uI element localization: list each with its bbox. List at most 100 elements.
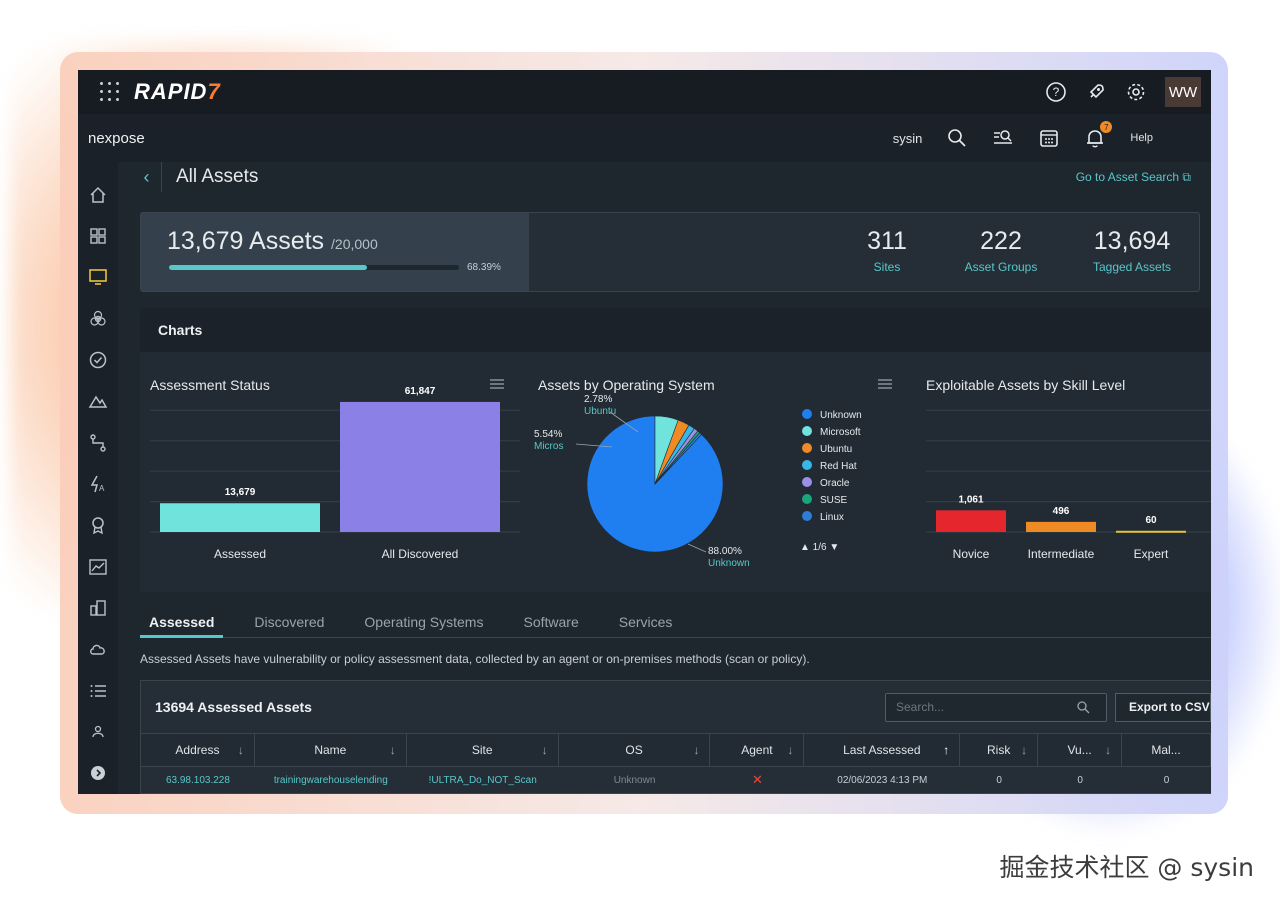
column-header-os[interactable]: OS ↓: [559, 734, 711, 766]
stat-sites[interactable]: 311 Sites: [857, 227, 917, 274]
gear-icon[interactable]: [1125, 81, 1147, 103]
assets-table: 13694 Assessed Assets Export to CSV Addr…: [140, 680, 1211, 794]
tick-label: Novice: [953, 547, 990, 561]
tab-description: Assessed Assets have vulnerability or po…: [140, 652, 810, 666]
legend-swatch: [802, 409, 812, 419]
asset-search-icon[interactable]: [992, 127, 1014, 149]
search-icon[interactable]: [1076, 700, 1090, 714]
annotation-name: Ubuntu: [584, 406, 616, 417]
legend-page-indicator: ▲ 1/6 ▼: [800, 542, 839, 553]
column-header-vu-[interactable]: Vu... ↓: [1038, 734, 1123, 766]
legend-entry: Linux: [820, 512, 844, 523]
notification-badge: 7: [1100, 121, 1113, 133]
sort-descending-icon[interactable]: ↓: [390, 743, 396, 757]
annotation-pct: 88.00%: [708, 546, 742, 557]
column-header-name[interactable]: Name ↓: [255, 734, 407, 766]
sort-descending-icon[interactable]: ↓: [238, 743, 244, 757]
table-cell[interactable]: !ULTRA_Do_NOT_Scan: [407, 767, 559, 793]
sort-descending-icon[interactable]: ↓: [693, 743, 699, 757]
search-icon[interactable]: [946, 127, 968, 149]
tab-discovered[interactable]: Discovered: [245, 608, 333, 638]
tab-services[interactable]: Services: [610, 608, 682, 638]
sort-descending-icon[interactable]: ↓: [1021, 743, 1027, 757]
help-link[interactable]: Help: [1130, 132, 1153, 144]
column-header-last-assessed[interactable]: Last Assessed ↑: [804, 734, 961, 766]
stat-asset-groups[interactable]: 222 Asset Groups: [951, 227, 1051, 274]
asset-usage-bar: [169, 265, 459, 270]
stat-sites-label: Sites: [873, 260, 901, 274]
help-circle-icon[interactable]: ?: [1045, 81, 1067, 103]
legend-entry: Unknown: [820, 410, 862, 421]
legend-swatch: [802, 477, 812, 487]
sidebar-item-home[interactable]: [78, 174, 118, 215]
home-icon: [90, 186, 106, 203]
sort-descending-icon[interactable]: ↓: [787, 743, 793, 757]
export-csv-button[interactable]: Export to CSV: [1115, 692, 1211, 722]
award-icon: [92, 517, 104, 535]
rocket-icon[interactable]: [1085, 81, 1107, 103]
charts-panel: Charts Assessment Status 13,679 Assessed 61…: [140, 308, 1211, 592]
bell-icon[interactable]: 7: [1084, 121, 1113, 149]
app-launcher-icon[interactable]: [100, 82, 120, 102]
sort-descending-icon[interactable]: ↓: [1105, 743, 1111, 757]
column-header-agent[interactable]: Agent ↓: [710, 734, 805, 766]
svg-text:?: ?: [1053, 85, 1060, 99]
asset-usage-panel: 13,679 Assets /20,000 68.39%: [141, 213, 529, 291]
monitor-icon: [89, 269, 107, 286]
sidebar-item-assets[interactable]: [78, 257, 118, 298]
tick-label: All Discovered: [382, 547, 459, 561]
search-input[interactable]: [896, 700, 1076, 714]
tick-label: Expert: [1134, 547, 1169, 561]
bar-assessed: [160, 503, 320, 532]
annotation-leader: [687, 543, 707, 553]
sidebar-item-vulnerabilities[interactable]: [78, 298, 118, 339]
user-avatar[interactable]: WW: [1165, 77, 1201, 107]
biohazard-icon: [90, 310, 106, 326]
sidebar-item-reports[interactable]: [78, 381, 118, 422]
back-chevron-icon[interactable]: ‹: [132, 162, 162, 192]
agent-missing-icon: ✕: [751, 772, 763, 787]
stat-tagged-assets[interactable]: 13,694 Tagged Assets: [1077, 227, 1187, 274]
tab-software[interactable]: Software: [514, 608, 587, 638]
annotation-pct: 5.54%: [534, 429, 562, 440]
sidebar-item-cloud[interactable]: [78, 629, 118, 670]
table-search: [885, 692, 1107, 722]
legend-swatch: [802, 443, 812, 453]
stats-summary: 13,679 Assets /20,000 68.39% 311 Sites 2…: [140, 212, 1200, 292]
column-header-site[interactable]: Site ↓: [407, 734, 559, 766]
sidebar-item-users[interactable]: [78, 711, 118, 752]
sidebar-item-expand[interactable]: [78, 753, 118, 794]
column-header-mal-[interactable]: Mal...: [1122, 734, 1211, 766]
username-label[interactable]: sysin: [893, 131, 923, 146]
sort-descending-icon[interactable]: ↓: [542, 743, 548, 757]
list-icon: [90, 684, 106, 697]
sidebar-item-certifications[interactable]: [78, 505, 118, 546]
table-cell: 02/06/2023 4:13 PM: [837, 774, 928, 786]
column-header-label: Site: [471, 743, 493, 757]
sort-ascending-icon[interactable]: ↑: [943, 743, 949, 757]
table-cell[interactable]: trainingwarehouselending: [255, 767, 407, 793]
chart-menu-icon[interactable]: [878, 379, 892, 389]
legend-swatch: [802, 511, 812, 521]
table-row[interactable]: 63.98.103.228 trainingwarehouselending !UL…: [141, 767, 1211, 793]
sidebar-item-sites[interactable]: [78, 587, 118, 628]
column-header-risk[interactable]: Risk ↓: [960, 734, 1039, 766]
sidebar-item-policies[interactable]: [78, 339, 118, 380]
sidebar-item-dashboards[interactable]: [78, 215, 118, 256]
chart-menu-icon[interactable]: [490, 379, 504, 389]
column-header-address[interactable]: Address ↓: [141, 734, 255, 766]
column-header-label: OS: [625, 743, 643, 757]
bar-novice: [936, 510, 1006, 532]
calendar-icon[interactable]: [1038, 127, 1060, 149]
sidebar-item-trends[interactable]: [78, 546, 118, 587]
table-cell[interactable]: 63.98.103.228: [141, 767, 255, 793]
tab-operating-systems[interactable]: Operating Systems: [355, 608, 492, 638]
tab-assessed[interactable]: Assessed: [140, 608, 224, 638]
table-title: 13694 Assessed Assets: [155, 699, 312, 715]
sidebar-item-list[interactable]: [78, 670, 118, 711]
asset-search-link[interactable]: Go to Asset Search ⧉: [1076, 170, 1191, 185]
sidebar-item-remediation[interactable]: [78, 422, 118, 463]
svg-text:A: A: [99, 484, 105, 493]
data-label: 496: [1053, 506, 1070, 517]
sidebar-item-scans[interactable]: A: [78, 463, 118, 504]
